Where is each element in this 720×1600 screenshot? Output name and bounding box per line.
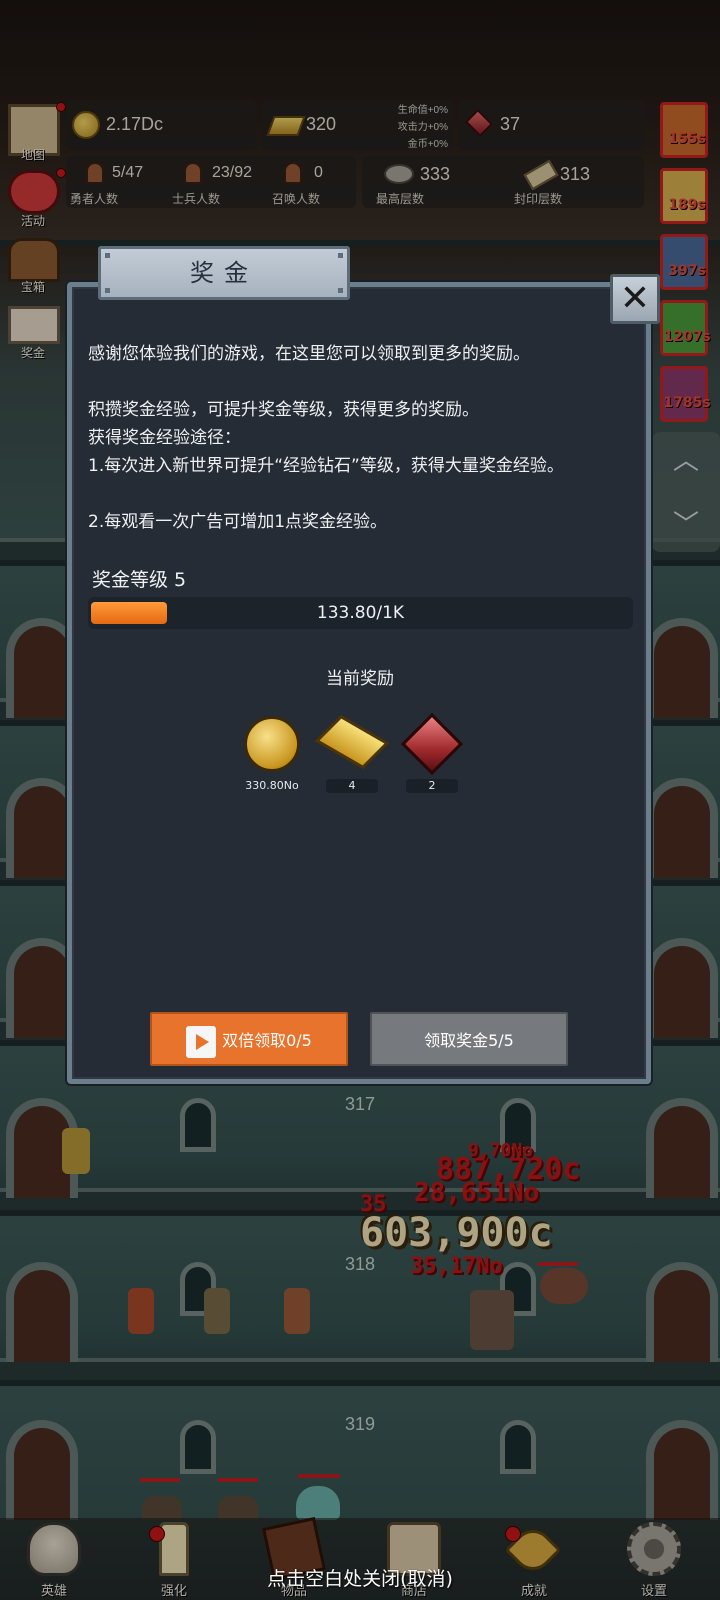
dialog-title-plate: 奖金 — [98, 246, 350, 300]
current-reward-title: 当前奖励 — [326, 669, 394, 689]
reward-amount: 330.80No — [245, 779, 299, 792]
dialog-title: 奖金 — [190, 259, 258, 287]
dialog-intro-text: 感谢您体验我们的游戏，在这里您可以领取到更多的奖励。 — [88, 344, 530, 364]
dialog-info-text: 积攒奖金经验，可提升奖金等级，获得更多的奖励。 — [88, 400, 479, 420]
claim-bonus-button[interactable]: 领取奖金5/5 — [370, 1012, 568, 1066]
video-ad-icon — [186, 1025, 217, 1058]
close-button[interactable]: ✕ — [610, 274, 660, 324]
close-icon: ✕ — [619, 278, 651, 319]
double-claim-label: 双倍领取0/5 — [222, 1031, 312, 1050]
double-claim-button[interactable]: 双倍领取0/5 — [150, 1012, 348, 1066]
progress-text: 133.80/1K — [316, 603, 405, 623]
reward-amount: 4 — [326, 779, 378, 793]
dialog-ways-heading: 获得奖金经验途径： — [88, 428, 241, 448]
reward-amount: 2 — [406, 779, 458, 793]
bonus-level-label: 奖金等级 5 — [92, 569, 187, 591]
dialog-way-1: 1.每次进入新世界可提升“经验钻石”等级，获得大量奖金经验。 — [88, 456, 564, 476]
bonus-exp-progress-bar: 133.80/1K — [88, 597, 633, 629]
tap-to-close-hint: 点击空白处关闭(取消) — [267, 1568, 453, 1590]
dialog-way-2: 2.每观看一次广告可增加1点奖金经验。 — [88, 512, 388, 532]
coin-icon — [244, 716, 300, 772]
claim-bonus-label: 领取奖金5/5 — [424, 1031, 514, 1050]
